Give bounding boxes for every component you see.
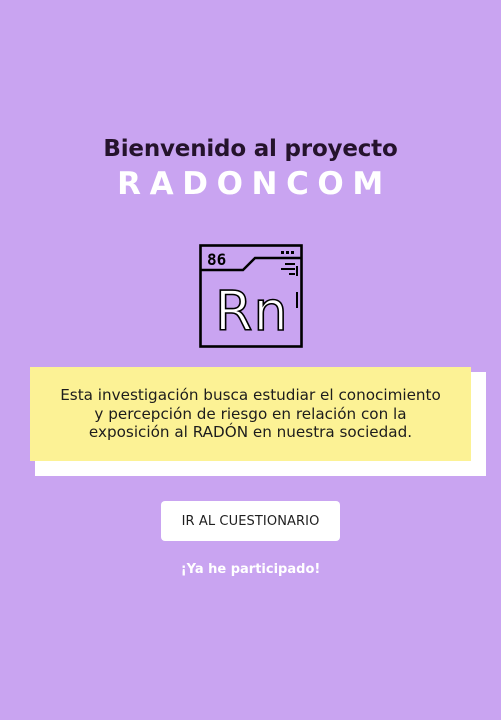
already-participated-link[interactable]: ¡Ya he participado! (0, 562, 501, 577)
intro-card: Esta investigación busca estudiar el con… (30, 367, 471, 461)
radon-element-icon: 86 Rn (199, 244, 303, 348)
welcome-screen: Bienvenido al proyecto RADONCOM 86 Rn Es… (0, 0, 501, 720)
intro-text: Esta investigación busca estudiar el con… (60, 386, 441, 442)
atomic-number: 86 (207, 250, 226, 269)
welcome-heading: Bienvenido al proyecto (103, 136, 398, 162)
element-symbol: Rn (215, 280, 289, 343)
go-to-questionnaire-button[interactable]: IR AL CUESTIONARIO (161, 501, 340, 541)
project-name: RADONCOM (117, 166, 392, 202)
